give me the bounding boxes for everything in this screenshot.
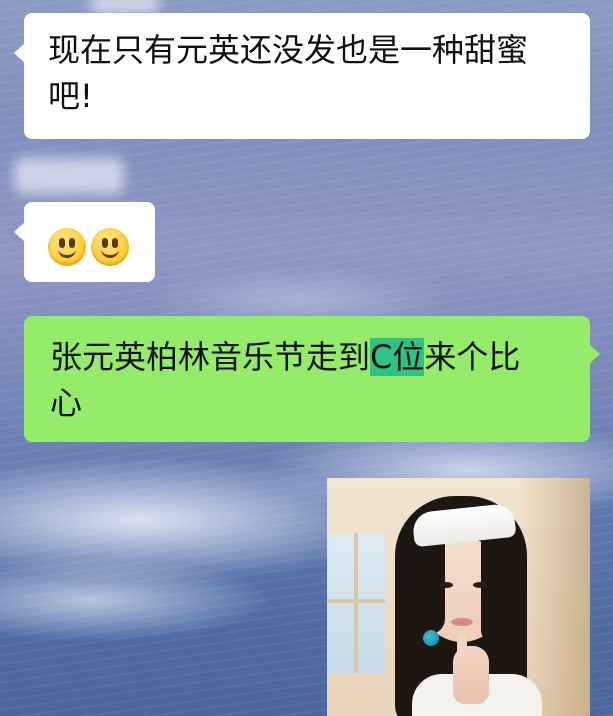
message-line-2: 心 <box>50 384 83 422</box>
message-text-before: 张元英柏林音乐节走到 <box>50 338 371 376</box>
selected-text-highlight[interactable]: C位 <box>370 338 425 376</box>
message-line-1: 现在只有元英还没发也是一种甜蜜 <box>48 31 529 69</box>
message-text: 现在只有元英还没发也是一种甜蜜 吧! <box>48 27 590 119</box>
message-bubble-incoming[interactable]: .m1::before{} 现在只有元英还没发也是一种甜蜜 吧! <box>14 13 590 139</box>
smile-icon <box>91 228 129 266</box>
message-bubble-emoji[interactable] <box>14 202 155 282</box>
photo-hand-heart <box>453 634 489 704</box>
image-message[interactable] <box>327 478 590 716</box>
photo-eye <box>473 582 487 588</box>
photo-eye <box>439 582 453 588</box>
message-line-2: 吧! <box>48 77 93 115</box>
message-text: 张元英柏林音乐节走到C位来个比 心 <box>50 334 590 426</box>
sender-name-blurred <box>90 0 160 14</box>
sender-name-blurred <box>14 158 124 194</box>
photo-earring <box>423 630 439 646</box>
message-text-after: 来个比 <box>424 338 521 376</box>
photo-lips <box>451 618 473 626</box>
smile-icon <box>48 228 86 266</box>
window-photo-detail <box>327 533 385 673</box>
message-bubble-outgoing[interactable]: 张元英柏林音乐节走到C位来个比 心 <box>24 316 600 442</box>
